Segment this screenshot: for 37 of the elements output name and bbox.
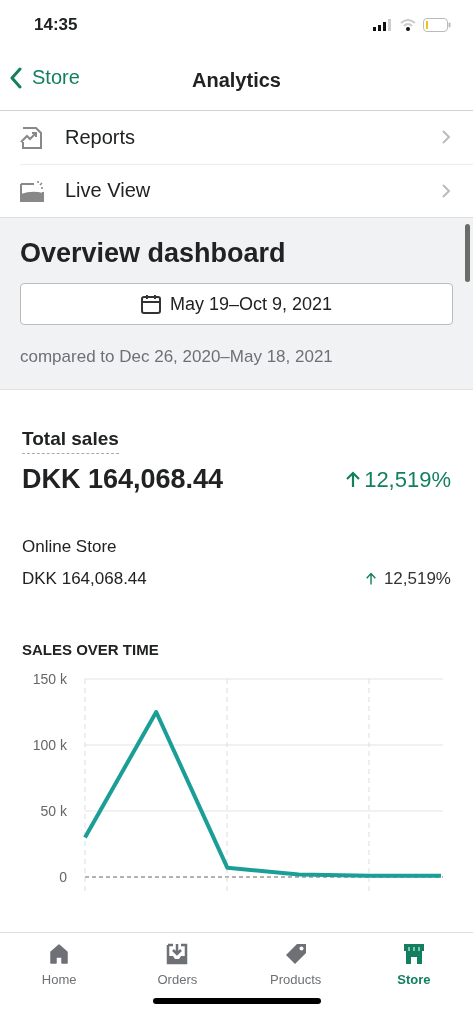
chevron-right-icon: [441, 182, 451, 199]
y-axis-label: 0: [59, 869, 67, 885]
section-title: Overview dashboard: [20, 238, 287, 269]
back-chevron-icon: [10, 66, 22, 89]
channel-value: DKK 164,068.44: [22, 569, 147, 589]
menu-item[interactable]: Reports: [0, 111, 473, 164]
tab-item[interactable]: Products: [236, 942, 355, 998]
y-axis-label: 150 k: [32, 671, 67, 687]
y-axis-label: 100 k: [32, 737, 67, 753]
report-chart-icon: [20, 126, 44, 149]
live-view-icon: [20, 179, 44, 202]
change-percentage: 12,519%: [346, 466, 451, 493]
scroll-bar: [465, 224, 470, 282]
y-axis-label: 50 k: [40, 803, 67, 819]
comparison-text: compared to Dec 26, 2020–May 18, 2021: [20, 347, 334, 367]
inbox-download-icon: [165, 942, 190, 966]
total-sales-value: DKK 164,068.44: [22, 464, 224, 495]
tab-item[interactable]: Orders: [118, 942, 237, 998]
arrow-up-icon: [346, 470, 361, 489]
total-sales-label: Total sales: [22, 428, 119, 454]
storefront-icon: [401, 942, 426, 966]
screen-title: Analytics: [192, 68, 281, 92]
signal-icon: [373, 19, 393, 31]
status-time: 14:35: [34, 15, 78, 35]
date-range-button[interactable]: May 19–Oct 9, 2021: [20, 283, 453, 325]
battery-icon: [423, 18, 451, 32]
back-button[interactable]: Store: [10, 66, 80, 89]
menu-item[interactable]: Live View: [0, 164, 473, 217]
channel-name: Online Store: [22, 537, 118, 557]
calendar-icon: [140, 294, 161, 314]
wifi-icon: [400, 19, 416, 31]
change-percentage: 12,519%: [365, 569, 451, 589]
chevron-right-icon: [441, 129, 451, 145]
arrow-up-icon: [365, 572, 376, 586]
chart-title: SALES OVER TIME: [22, 641, 160, 658]
tab-item[interactable]: Home: [0, 942, 119, 998]
tab-item[interactable]: Store: [354, 942, 473, 998]
